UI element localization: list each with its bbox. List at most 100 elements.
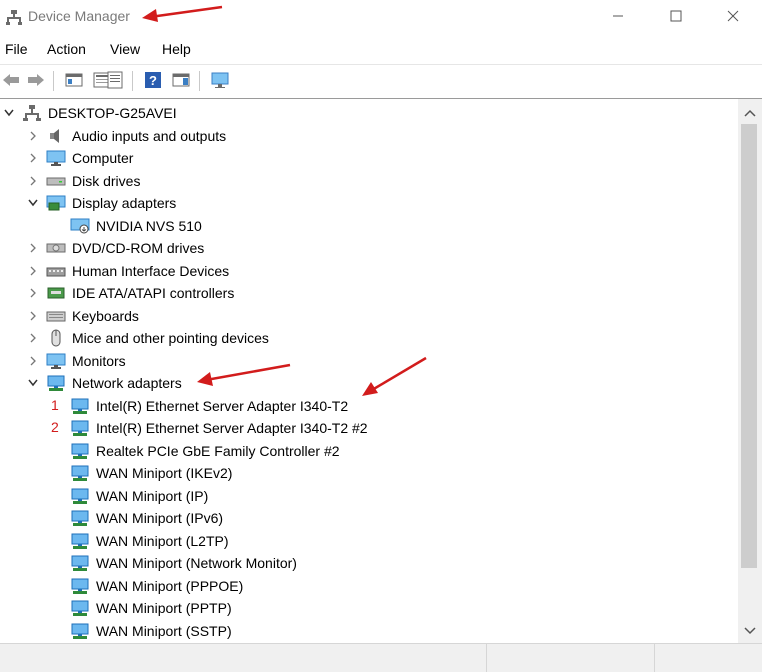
- scroll-up-icon[interactable]: [744, 109, 756, 117]
- tree-category[interactable]: DVD/CD-ROM drives: [24, 237, 204, 259]
- tree-category[interactable]: Computer: [24, 147, 133, 169]
- menu-bar: File Action View Help: [0, 36, 762, 62]
- ide-controller-icon: [46, 284, 66, 302]
- tree-device[interactable]: WAN Miniport (PPPOE): [70, 575, 243, 597]
- tree-category-label: Network adapters: [72, 375, 182, 391]
- tree-device[interactable]: WAN Miniport (PPTP): [70, 597, 232, 619]
- status-divider: [654, 644, 655, 672]
- window-title: Device Manager: [28, 8, 130, 24]
- tree-device[interactable]: Realtek PCIe GbE Family Controller #2: [70, 440, 340, 462]
- tree-device-label: Intel(R) Ethernet Server Adapter I340-T2: [96, 397, 349, 414]
- tree-category[interactable]: Keyboards: [24, 305, 139, 327]
- tree-category-label: IDE ATA/ATAPI controllers: [72, 285, 235, 301]
- forward-arrow-icon[interactable]: [25, 70, 47, 90]
- tree-device[interactable]: WAN Miniport (SSTP): [70, 620, 232, 642]
- tree-device[interactable]: Intel(R) Ethernet Server Adapter I340-T2…: [70, 417, 368, 439]
- tree-category-label: Keyboards: [72, 307, 139, 324]
- toolbar-separator: [199, 71, 200, 91]
- toolbar-separator: [132, 71, 133, 91]
- vertical-scrollbar[interactable]: [738, 98, 762, 644]
- tree-device-label: Realtek PCIe GbE Family Controller #2: [96, 442, 340, 459]
- chevron-right-icon[interactable]: [24, 125, 42, 147]
- tree-device[interactable]: Intel(R) Ethernet Server Adapter I340-T2: [70, 395, 348, 417]
- scroll-down-icon[interactable]: [744, 627, 756, 635]
- chevron-right-icon[interactable]: [24, 260, 42, 282]
- menu-view[interactable]: View: [110, 41, 140, 57]
- tree-category[interactable]: Monitors: [24, 350, 126, 372]
- tree-category[interactable]: Display adapters: [24, 192, 176, 214]
- tree-device-label: WAN Miniport (PPPOE): [96, 577, 244, 594]
- network-adapter-icon: [46, 374, 66, 392]
- tree-category[interactable]: Disk drives: [24, 170, 140, 192]
- chevron-right-icon[interactable]: [24, 147, 42, 169]
- display-adapter-icon: [46, 194, 66, 212]
- menu-action[interactable]: Action: [47, 41, 86, 57]
- mouse-icon: [46, 329, 66, 347]
- chevron-right-icon[interactable]: [24, 305, 42, 327]
- network-adapter-icon: [70, 487, 90, 505]
- chevron-right-icon[interactable]: [24, 282, 42, 304]
- chevron-right-icon[interactable]: [24, 237, 42, 259]
- tree-device-label: WAN Miniport (PPTP): [96, 600, 232, 616]
- tree-category[interactable]: Network adapters: [24, 372, 182, 394]
- tree-category[interactable]: Audio inputs and outputs: [24, 125, 226, 147]
- chevron-down-icon[interactable]: [24, 192, 42, 214]
- computer-root-icon: [22, 104, 42, 122]
- chevron-right-icon[interactable]: [24, 327, 42, 349]
- tree-category[interactable]: Mice and other pointing devices: [24, 327, 269, 349]
- tree-root-computer-label: DESKTOP-G25AVEI: [48, 105, 177, 121]
- chevron-down-icon[interactable]: [24, 372, 42, 394]
- network-adapter-icon: [70, 509, 90, 527]
- chevron-right-icon[interactable]: [24, 350, 42, 372]
- menu-help[interactable]: Help: [162, 41, 191, 57]
- svg-text:?: ?: [149, 73, 157, 88]
- scrollbar-thumb[interactable]: [741, 124, 757, 568]
- properties-sheet-icon[interactable]: [104, 70, 126, 90]
- network-adapter-icon: [70, 464, 90, 482]
- tree-device-label: WAN Miniport (SSTP): [96, 622, 232, 639]
- show-hide-console-tree-icon[interactable]: [63, 70, 85, 90]
- network-adapter-icon: [70, 419, 90, 437]
- tree-device[interactable]: WAN Miniport (L2TP): [70, 530, 229, 552]
- tree-device-label: WAN Miniport (IP): [96, 487, 209, 504]
- menu-file[interactable]: File: [5, 41, 28, 57]
- chevron-down-icon[interactable]: [0, 102, 18, 124]
- tree-device-label: NVIDIA NVS 510: [96, 217, 202, 234]
- network-adapter-icon: [70, 577, 90, 595]
- monitor-icon: [46, 149, 66, 167]
- action-pane-icon[interactable]: [170, 70, 192, 90]
- display-adapter-device-icon: [70, 217, 90, 235]
- help-icon[interactable]: ?: [142, 70, 164, 90]
- tree-device-label: Intel(R) Ethernet Server Adapter I340-T2…: [96, 420, 368, 436]
- tree-device-label: WAN Miniport (L2TP): [96, 532, 229, 549]
- monitor-icon: [46, 352, 66, 370]
- close-button[interactable]: [704, 0, 762, 32]
- back-arrow-icon[interactable]: [0, 70, 22, 90]
- toolbar: ?: [0, 64, 762, 97]
- network-adapter-icon: [70, 622, 90, 640]
- dvd-drive-icon: [46, 239, 66, 257]
- toolbar-separator: [53, 71, 54, 91]
- minimize-button[interactable]: [589, 0, 647, 32]
- status-divider: [486, 644, 487, 672]
- tree-category-label: Human Interface Devices: [72, 262, 230, 279]
- scan-hardware-monitor-icon[interactable]: [209, 70, 231, 90]
- tree-category[interactable]: IDE ATA/ATAPI controllers: [24, 282, 234, 304]
- status-bar: [0, 643, 762, 672]
- tree-category-label: Computer: [72, 150, 134, 166]
- tree-device[interactable]: NVIDIA NVS 510: [70, 215, 202, 237]
- tree-root-computer[interactable]: DESKTOP-G25AVEI: [0, 102, 177, 124]
- chevron-right-icon[interactable]: [24, 170, 42, 192]
- tree-category[interactable]: Human Interface Devices: [24, 260, 229, 282]
- tree-device[interactable]: WAN Miniport (IPv6): [70, 507, 223, 529]
- disk-drive-icon: [46, 172, 66, 190]
- tree-device[interactable]: WAN Miniport (IP): [70, 485, 208, 507]
- network-adapter-icon: [70, 599, 90, 617]
- maximize-button[interactable]: [647, 0, 705, 32]
- tree-device[interactable]: WAN Miniport (Network Monitor): [70, 552, 297, 574]
- tree-category-label: Disk drives: [72, 172, 141, 189]
- tree-category-label: Mice and other pointing devices: [72, 330, 269, 346]
- device-tree[interactable]: DESKTOP-G25AVEI Audio inputs and outputs C…: [0, 98, 738, 644]
- network-adapter-icon: [70, 442, 90, 460]
- tree-device[interactable]: WAN Miniport (IKEv2): [70, 462, 232, 484]
